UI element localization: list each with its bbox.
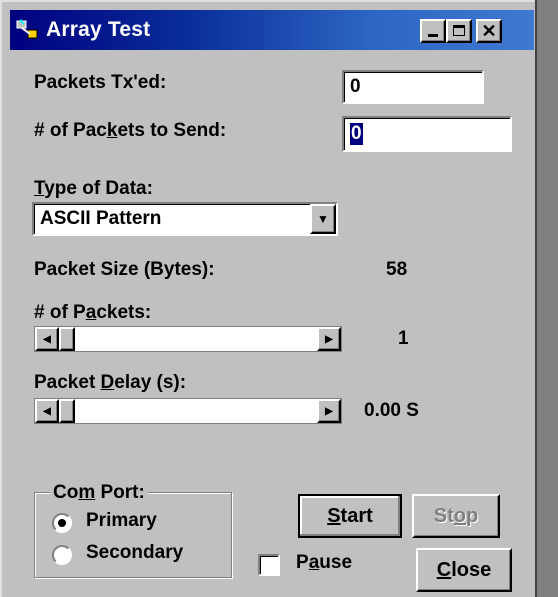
- num-packets-scrollbar[interactable]: ◀ ▶: [34, 326, 342, 352]
- close-button[interactable]: Close: [416, 548, 512, 592]
- type-of-data-select[interactable]: ASCII Pattern ▼: [32, 202, 338, 236]
- packet-delay-value: 0.00 S: [364, 400, 419, 421]
- radio-primary-label: Primary: [86, 510, 157, 531]
- scroll-left-button[interactable]: ◀: [35, 399, 59, 423]
- packet-size-value: 58: [386, 259, 408, 280]
- packet-size-label: Packet Size (Bytes):: [34, 259, 215, 280]
- start-button[interactable]: Start: [298, 494, 402, 538]
- minimize-button[interactable]: [420, 19, 446, 43]
- arrow-left-icon: ◀: [43, 405, 51, 417]
- close-window-button[interactable]: ✕: [476, 19, 502, 43]
- scroll-left-button[interactable]: ◀: [35, 327, 59, 351]
- dropdown-arrow-button[interactable]: ▼: [310, 204, 336, 234]
- packet-delay-scrollbar[interactable]: ◀ ▶: [34, 398, 342, 424]
- arrow-right-icon: ▶: [325, 405, 333, 417]
- type-of-data-value: ASCII Pattern: [40, 208, 162, 229]
- arrow-left-icon: ◀: [43, 333, 51, 345]
- dialog-window: Array Test ✕ Packets Tx'ed: 0 # of Packe…: [0, 0, 535, 597]
- type-of-data-label: Type of Data:: [34, 178, 153, 199]
- radio-selected-dot: [58, 519, 66, 527]
- radio-secondary[interactable]: Secondary: [52, 542, 222, 568]
- close-icon: ✕: [481, 21, 497, 41]
- packets-to-send-input[interactable]: 0: [342, 116, 512, 152]
- pause-checkbox[interactable]: Pause: [258, 550, 388, 580]
- stop-button[interactable]: St o p: [412, 494, 500, 538]
- maximize-button[interactable]: [446, 19, 472, 43]
- packet-delay-label: Packet Delay (s):: [34, 372, 187, 393]
- maximize-icon: [453, 25, 465, 36]
- pause-label: Pause: [296, 552, 353, 573]
- minimize-icon: [428, 34, 438, 37]
- packets-to-send-value: 0: [350, 123, 363, 145]
- num-packets-label: # of Packets:: [34, 302, 152, 323]
- scroll-thumb[interactable]: [59, 327, 75, 351]
- scroll-right-button[interactable]: ▶: [317, 399, 341, 423]
- packets-txed-field: 0: [342, 70, 484, 104]
- radio-button[interactable]: [52, 545, 72, 565]
- scroll-thumb[interactable]: [59, 399, 75, 423]
- scroll-right-button[interactable]: ▶: [317, 327, 341, 351]
- packets-txed-label: Packets Tx'ed:: [34, 72, 167, 93]
- app-cable-icon: [16, 18, 40, 42]
- radio-button[interactable]: [52, 513, 72, 533]
- packets-to-send-label: # of Packets to Send:: [34, 120, 227, 141]
- title-bar[interactable]: Array Test ✕: [10, 10, 534, 50]
- radio-primary[interactable]: Primary: [52, 510, 222, 536]
- window-title: Array Test: [46, 18, 151, 41]
- num-packets-value: 1: [398, 328, 409, 349]
- arrow-right-icon: ▶: [325, 333, 333, 345]
- checkbox-box[interactable]: [258, 554, 280, 576]
- chevron-down-icon: ▼: [317, 212, 329, 226]
- packets-txed-value: 0: [350, 76, 361, 97]
- com-port-label: Com Port:: [50, 482, 148, 504]
- background-window-edge: [535, 0, 558, 597]
- radio-secondary-label: Secondary: [86, 542, 184, 563]
